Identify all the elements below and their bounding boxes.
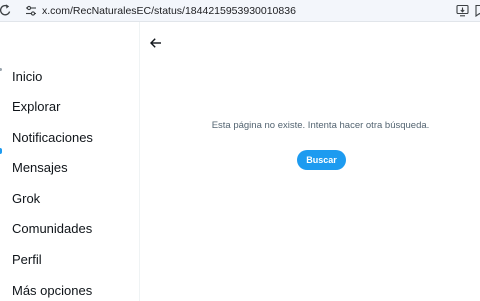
tune-icon[interactable] [25,5,37,17]
install-icon[interactable] [456,4,469,17]
sidebar-item-mas-opciones[interactable]: Más opciones [12,283,92,299]
sidebar-nav: Inicio Explorar Notificaciones Mensajes … [0,22,140,301]
sidebar-item-notificaciones[interactable]: Notificaciones [12,130,93,146]
bookmark-icon[interactable] [474,4,480,17]
main-content: Esta página no existe. Intenta hacer otr… [141,22,480,301]
notification-indicator [0,148,2,154]
indicator-dot [0,68,2,71]
empty-state-message: Esta página no existe. Intenta hacer otr… [211,120,430,131]
sidebar-item-mensajes[interactable]: Mensajes [12,160,68,176]
search-button[interactable]: Buscar [297,150,346,170]
url-text[interactable]: x.com/RecNaturalesEC/status/184421595393… [42,4,296,18]
sidebar-item-inicio[interactable]: Inicio [12,69,42,85]
reload-icon[interactable] [0,4,12,17]
browser-address-bar: x.com/RecNaturalesEC/status/184421595393… [0,0,480,22]
arrow-left-icon[interactable] [149,36,163,50]
sidebar-item-perfil[interactable]: Perfil [12,252,42,268]
sidebar-item-comunidades[interactable]: Comunidades [12,221,92,237]
sidebar-item-grok[interactable]: Grok [12,191,40,207]
sidebar-item-explorar[interactable]: Explorar [12,99,60,115]
